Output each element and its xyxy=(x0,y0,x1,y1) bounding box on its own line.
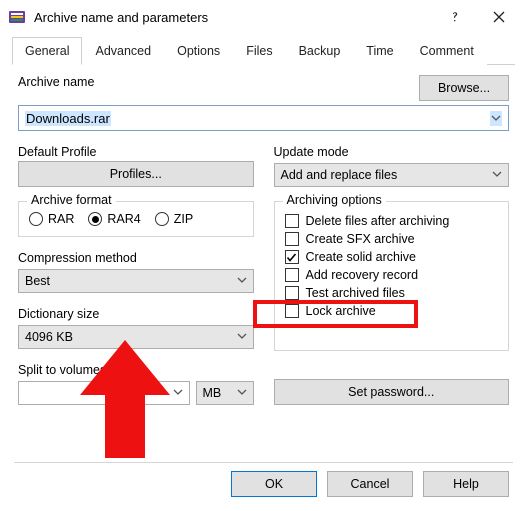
tab-label: Advanced xyxy=(95,44,151,58)
tab-label: General xyxy=(25,44,69,58)
select-value: Best xyxy=(25,274,50,288)
browse-button[interactable]: Browse... xyxy=(419,75,509,101)
tab-label: Time xyxy=(366,44,393,58)
tab-bar: General Advanced Options Files Backup Ti… xyxy=(12,36,515,65)
button-label: Browse... xyxy=(438,81,490,95)
select-value: Add and replace files xyxy=(281,168,398,182)
checkbox-icon xyxy=(285,268,299,282)
checkbox-label: Test archived files xyxy=(306,286,405,300)
button-label: Set password... xyxy=(348,385,434,399)
dictionary-size-select[interactable]: 4096 KB xyxy=(18,325,254,349)
archive-name-input[interactable]: Downloads.rar xyxy=(18,105,509,131)
checkbox-icon xyxy=(285,286,299,300)
split-volumes-label: Split to volumes, size xyxy=(18,363,254,377)
checkbox-label: Lock archive xyxy=(306,304,376,318)
tab-time[interactable]: Time xyxy=(353,37,406,65)
dialog-window: Archive name and parameters General Adva… xyxy=(0,0,527,511)
chevron-down-icon xyxy=(237,386,247,400)
button-label: OK xyxy=(265,477,283,491)
checkbox-icon xyxy=(285,304,299,318)
checkbox-label: Add recovery record xyxy=(306,268,419,282)
checkbox-create-sfx[interactable]: Create SFX archive xyxy=(285,232,499,246)
update-mode-label: Update mode xyxy=(274,145,510,159)
split-size-input[interactable] xyxy=(18,381,190,405)
archiving-options-group: Archiving options Delete files after arc… xyxy=(274,201,510,351)
radio-label: RAR xyxy=(48,212,74,226)
checkbox-lock-archive[interactable]: Lock archive xyxy=(285,304,499,318)
close-button[interactable] xyxy=(477,2,521,32)
select-value: 4096 KB xyxy=(25,330,73,344)
archiving-options-legend: Archiving options xyxy=(283,193,386,207)
checkbox-icon xyxy=(285,214,299,228)
select-value: MB xyxy=(203,386,222,400)
set-password-button[interactable]: Set password... xyxy=(274,379,510,405)
button-label: Cancel xyxy=(351,477,390,491)
radio-icon xyxy=(155,212,169,226)
cancel-button[interactable]: Cancel xyxy=(327,471,413,497)
chevron-down-icon xyxy=(492,168,502,182)
help-footer-button[interactable]: Help xyxy=(423,471,509,497)
split-unit-select[interactable]: MB xyxy=(196,381,254,405)
window-title: Archive name and parameters xyxy=(34,10,208,25)
app-icon xyxy=(8,8,26,26)
dialog-body: Archive name Browse... Downloads.rar Def… xyxy=(0,65,527,456)
checkbox-icon xyxy=(285,250,299,264)
checkbox-label: Create SFX archive xyxy=(306,232,415,246)
tab-files[interactable]: Files xyxy=(233,37,285,65)
button-label: Profiles... xyxy=(110,167,162,181)
checkbox-create-solid[interactable]: Create solid archive xyxy=(285,250,499,264)
checkbox-label: Create solid archive xyxy=(306,250,416,264)
compression-method-label: Compression method xyxy=(18,251,254,265)
dictionary-size-label: Dictionary size xyxy=(18,307,254,321)
tab-label: Backup xyxy=(299,44,341,58)
tab-general[interactable]: General xyxy=(12,37,82,65)
profiles-button[interactable]: Profiles... xyxy=(18,161,254,187)
archive-format-group: Archive format RAR RAR4 ZIP xyxy=(18,201,254,237)
radio-icon xyxy=(29,212,43,226)
default-profile-label: Default Profile xyxy=(18,145,254,159)
tab-options[interactable]: Options xyxy=(164,37,233,65)
tab-label: Options xyxy=(177,44,220,58)
archive-format-legend: Archive format xyxy=(27,193,116,207)
title-bar: Archive name and parameters xyxy=(0,0,527,34)
button-label: Help xyxy=(453,477,479,491)
radio-icon xyxy=(88,212,102,226)
tab-label: Files xyxy=(246,44,272,58)
checkbox-label: Delete files after archiving xyxy=(306,214,450,228)
archive-name-label: Archive name xyxy=(18,75,407,89)
checkbox-icon xyxy=(285,232,299,246)
dialog-footer: OK Cancel Help xyxy=(0,463,527,511)
chevron-down-icon xyxy=(237,274,247,288)
tab-label: Comment xyxy=(420,44,474,58)
checkbox-test-archived[interactable]: Test archived files xyxy=(285,286,499,300)
checkbox-add-recovery[interactable]: Add recovery record xyxy=(285,268,499,282)
help-button[interactable] xyxy=(433,2,477,32)
radio-rar4[interactable]: RAR4 xyxy=(88,212,140,226)
tab-advanced[interactable]: Advanced xyxy=(82,37,164,65)
ok-button[interactable]: OK xyxy=(231,471,317,497)
tab-comment[interactable]: Comment xyxy=(407,37,487,65)
archive-name-value: Downloads.rar xyxy=(25,111,111,126)
update-mode-select[interactable]: Add and replace files xyxy=(274,163,510,187)
radio-label: ZIP xyxy=(174,212,193,226)
radio-rar[interactable]: RAR xyxy=(29,212,74,226)
compression-method-select[interactable]: Best xyxy=(18,269,254,293)
chevron-down-icon xyxy=(490,111,502,126)
checkbox-delete-after[interactable]: Delete files after archiving xyxy=(285,214,499,228)
chevron-down-icon xyxy=(173,386,183,400)
radio-label: RAR4 xyxy=(107,212,140,226)
tab-backup[interactable]: Backup xyxy=(286,37,354,65)
chevron-down-icon xyxy=(237,330,247,344)
radio-zip[interactable]: ZIP xyxy=(155,212,193,226)
